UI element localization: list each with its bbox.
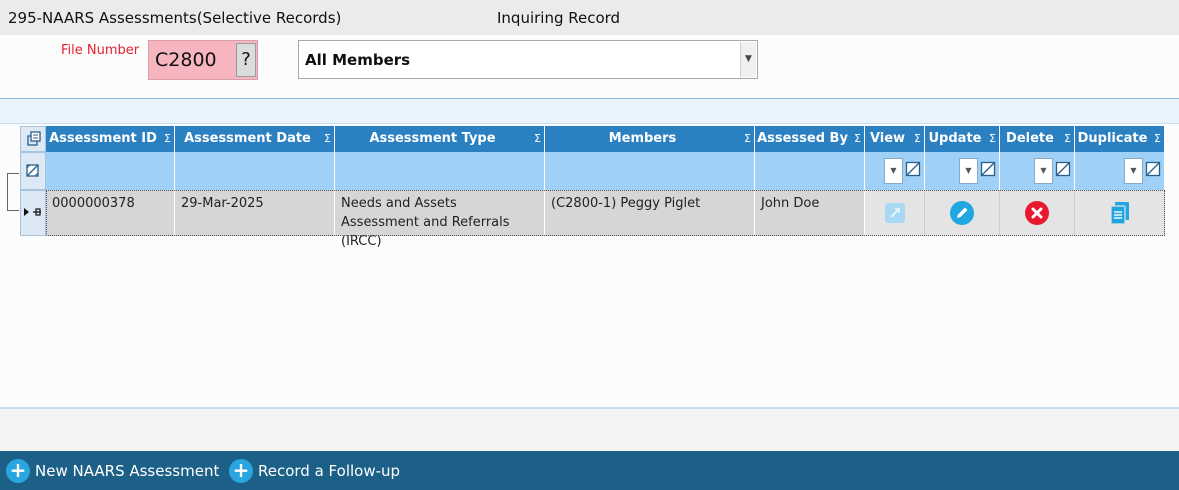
record-follow-up-label: Record a Follow-up <box>258 462 401 480</box>
column-header-label: View <box>869 131 906 146</box>
sum-icon[interactable]: Σ <box>534 132 541 145</box>
members-dropdown[interactable]: All Members ▼ <box>298 40 758 79</box>
tree-connector <box>7 173 19 211</box>
filter-dropdown-icon[interactable]: ▼ <box>959 158 978 184</box>
file-number-label: File Number <box>61 43 140 58</box>
assessments-grid: Assessment ID Σ Assessment Date Σ Assess… <box>20 126 1165 249</box>
sum-icon[interactable]: Σ <box>324 132 331 145</box>
filter-cell-assessed-by[interactable] <box>755 152 865 190</box>
column-header-members[interactable]: Members Σ <box>545 126 755 152</box>
file-number-value: C2800 <box>155 49 217 71</box>
column-header-duplicate[interactable]: Duplicate Σ <box>1075 126 1165 152</box>
column-header-label: Members <box>608 131 677 146</box>
new-naars-assessment-label: New NAARS Assessment <box>35 462 220 480</box>
filter-cell-duplicate[interactable]: ▼ <box>1075 152 1165 190</box>
new-naars-assessment-button[interactable]: + New NAARS Assessment <box>6 459 219 483</box>
duplicate-icon <box>1109 202 1129 225</box>
filter-cell-delete[interactable]: ▼ <box>1000 152 1075 190</box>
record-follow-up-button[interactable]: + Record a Follow-up <box>229 459 401 483</box>
column-chooser-icon[interactable] <box>20 126 46 152</box>
filter-cell-assessment-type[interactable] <box>335 152 545 190</box>
column-header-view[interactable]: View Σ <box>865 126 925 152</box>
title-bar: 295-NAARS Assessments(Selective Records)… <box>0 0 1179 35</box>
column-header-assessed-by[interactable]: Assessed By Σ <box>755 126 865 152</box>
sum-icon[interactable]: Σ <box>1064 132 1071 145</box>
column-header-label: Assessment Type <box>369 131 496 146</box>
grid-footer-panel <box>0 409 1179 451</box>
filter-dropdown-icon[interactable]: ▼ <box>1124 158 1143 184</box>
plus-circle-icon: + <box>6 459 30 483</box>
clear-all-filters-icon[interactable] <box>20 152 46 190</box>
duplicate-button[interactable] <box>1075 190 1165 236</box>
filter-cell-update[interactable]: ▼ <box>925 152 1000 190</box>
column-header-label: Assessment ID <box>49 131 157 146</box>
delete-x-icon <box>1025 201 1049 225</box>
clear-filter-icon[interactable] <box>1055 161 1071 177</box>
view-icon <box>884 203 905 223</box>
column-header-label: Update <box>928 131 982 146</box>
table-row[interactable]: 0000000378 29-Mar-2025 Needs and Assets … <box>20 190 1165 249</box>
chevron-down-icon[interactable]: ▼ <box>740 42 756 77</box>
record-mode-label: Inquiring Record <box>497 9 621 27</box>
cell-assessed-by[interactable]: John Doe <box>755 190 865 236</box>
filter-cell-assessment-date[interactable] <box>175 152 335 190</box>
action-toolbar: + New NAARS Assessment + Record a Follow… <box>0 451 1179 490</box>
plus-circle-icon: + <box>229 459 253 483</box>
sum-icon[interactable]: Σ <box>989 132 996 145</box>
cell-members[interactable]: (C2800-1) Peggy Piglet <box>545 190 755 236</box>
sum-icon[interactable]: Σ <box>164 132 171 145</box>
current-row-arrow-icon <box>24 208 41 216</box>
clear-filter-icon[interactable] <box>980 161 996 177</box>
file-lookup-button[interactable]: ? <box>236 43 256 77</box>
column-header-label: Assessed By <box>757 131 848 146</box>
filter-cell-assessment-id[interactable] <box>46 152 175 190</box>
column-header-assessment-type[interactable]: Assessment Type Σ <box>335 126 545 152</box>
cell-assessment-id[interactable]: 0000000378 <box>46 190 175 236</box>
sum-icon[interactable]: Σ <box>854 132 861 145</box>
file-number-field[interactable]: C2800 ? <box>148 40 258 80</box>
sum-icon[interactable]: Σ <box>744 132 751 145</box>
group-by-panel <box>0 98 1179 124</box>
filter-cell-view[interactable]: ▼ <box>865 152 925 190</box>
cell-assessment-type[interactable]: Needs and Assets Assessment and Referral… <box>335 190 545 249</box>
row-indicator[interactable] <box>20 190 46 236</box>
view-button[interactable] <box>865 190 925 236</box>
column-header-label: Assessment Date <box>184 131 311 146</box>
update-button[interactable] <box>925 190 1000 236</box>
members-selected-value: All Members <box>305 51 411 69</box>
column-header-label: Delete <box>1006 131 1054 146</box>
app-window: 295-NAARS Assessments(Selective Records)… <box>0 0 1179 490</box>
filter-cell-members[interactable] <box>545 152 755 190</box>
delete-button[interactable] <box>1000 190 1075 236</box>
sum-icon[interactable]: Σ <box>914 132 921 145</box>
window-title: 295-NAARS Assessments(Selective Records) <box>8 9 342 27</box>
column-header-assessment-date[interactable]: Assessment Date Σ <box>175 126 335 152</box>
column-header-update[interactable]: Update Σ <box>925 126 1000 152</box>
column-header-assessment-id[interactable]: Assessment ID Σ <box>46 126 175 152</box>
clear-filter-icon[interactable] <box>905 161 921 177</box>
column-header-delete[interactable]: Delete Σ <box>1000 126 1075 152</box>
column-header-label: Duplicate <box>1077 131 1148 146</box>
sum-icon[interactable]: Σ <box>1154 132 1161 145</box>
pencil-icon <box>950 201 974 225</box>
clear-filter-icon[interactable] <box>1145 161 1161 177</box>
cell-assessment-date[interactable]: 29-Mar-2025 <box>175 190 335 236</box>
filter-dropdown-icon[interactable]: ▼ <box>884 158 903 184</box>
filter-dropdown-icon[interactable]: ▼ <box>1034 158 1053 184</box>
